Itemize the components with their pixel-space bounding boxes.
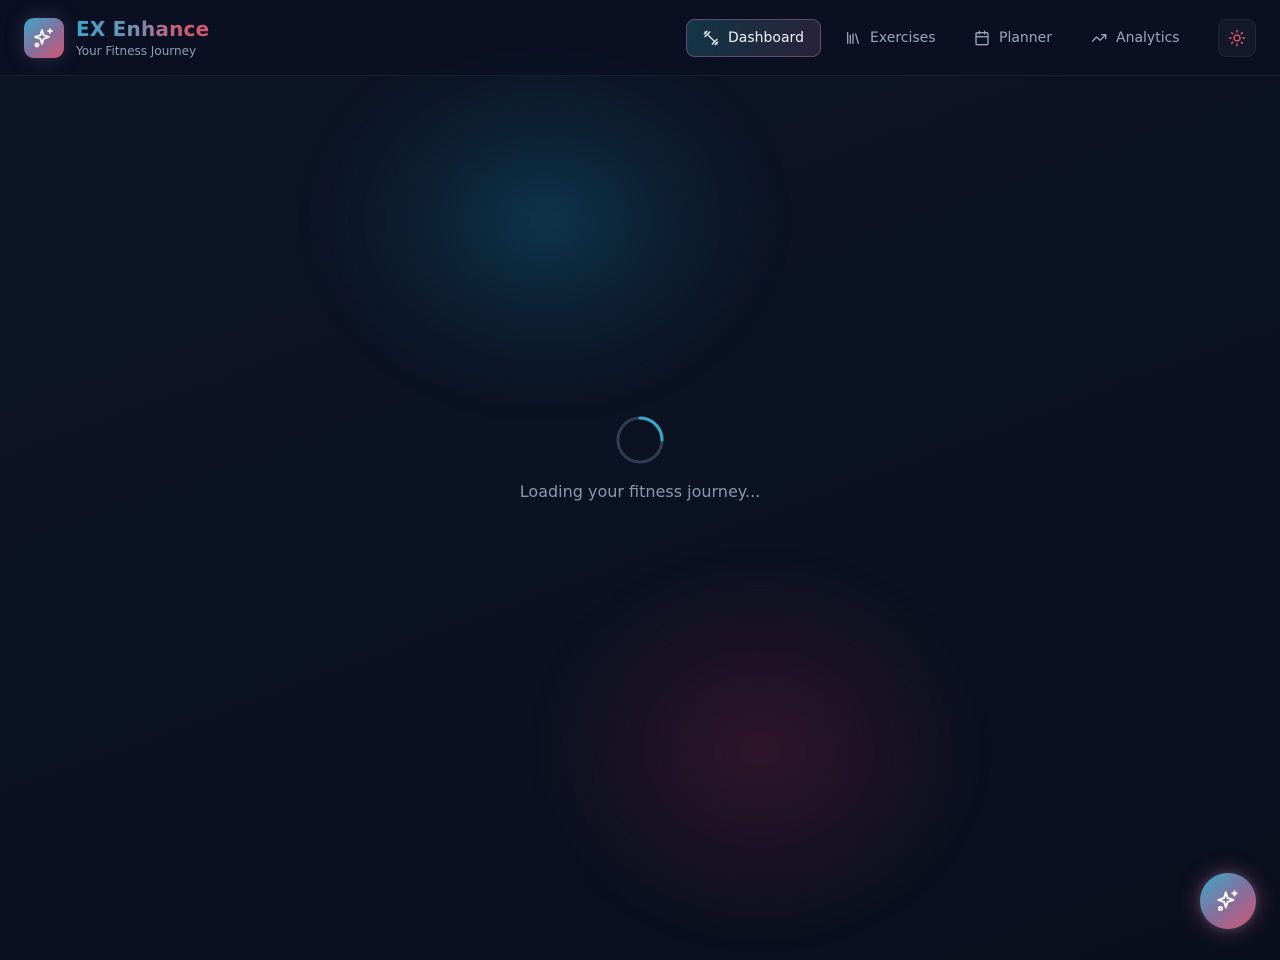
nav-item-label: Planner bbox=[999, 30, 1053, 46]
nav-item-dashboard[interactable]: Dashboard bbox=[686, 19, 821, 57]
nav-item-analytics[interactable]: Analytics bbox=[1075, 19, 1196, 57]
nav-item-label: Dashboard bbox=[728, 30, 804, 46]
theme-toggle-button[interactable] bbox=[1218, 19, 1256, 57]
background-glow-teal bbox=[310, 30, 780, 410]
app-root: EX Enhance Your Fitness Journey Dashboar… bbox=[0, 0, 1280, 960]
ai-assistant-button[interactable] bbox=[1200, 873, 1256, 929]
sparkles-icon bbox=[34, 28, 53, 48]
library-icon bbox=[847, 31, 859, 44]
background-glow-pink bbox=[540, 560, 980, 940]
top-nav-bar: EX Enhance Your Fitness Journey Dashboar… bbox=[0, 0, 1280, 76]
nav-item-label: Exercises bbox=[870, 30, 936, 46]
loading-message: Loading your fitness journey... bbox=[519, 482, 761, 501]
trending-up-icon bbox=[1091, 34, 1107, 42]
app-subtitle: Your Fitness Journey bbox=[76, 44, 197, 58]
sun-icon bbox=[1228, 29, 1246, 47]
calendar-icon bbox=[975, 30, 989, 46]
nav-item-exercises[interactable]: Exercises bbox=[829, 19, 952, 57]
loading-spinner bbox=[616, 416, 664, 464]
app-title: EX Enhance bbox=[76, 17, 210, 41]
sparkles-icon bbox=[1217, 890, 1238, 912]
app-logo[interactable] bbox=[24, 18, 64, 58]
nav-item-label: Analytics bbox=[1116, 30, 1180, 46]
dumbbell-icon bbox=[703, 30, 719, 46]
nav-item-planner[interactable]: Planner bbox=[958, 19, 1068, 57]
